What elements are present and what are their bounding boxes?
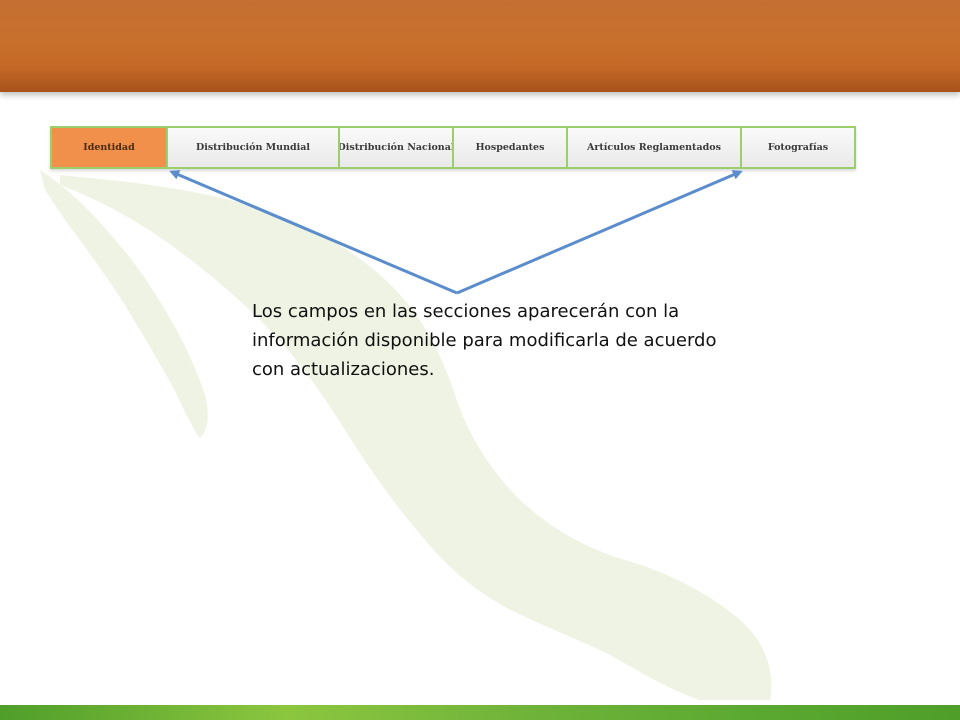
tab-distribucion-nacional[interactable]: Distribución Nacional	[340, 128, 454, 167]
bottom-bar	[0, 705, 960, 720]
tab-articulos-reglamentados[interactable]: Artículos Reglamentados	[568, 128, 742, 167]
section-tabs: Identidad Distribución Mundial Distribuc…	[50, 126, 856, 169]
tab-identidad[interactable]: Identidad	[52, 128, 168, 167]
info-note: Los campos en las secciones aparecerán c…	[252, 301, 717, 380]
tab-distribucion-mundial[interactable]: Distribución Mundial	[168, 128, 340, 167]
tab-fotografias[interactable]: Fotografías	[742, 128, 854, 167]
tab-hospedantes[interactable]: Hospedantes	[454, 128, 568, 167]
